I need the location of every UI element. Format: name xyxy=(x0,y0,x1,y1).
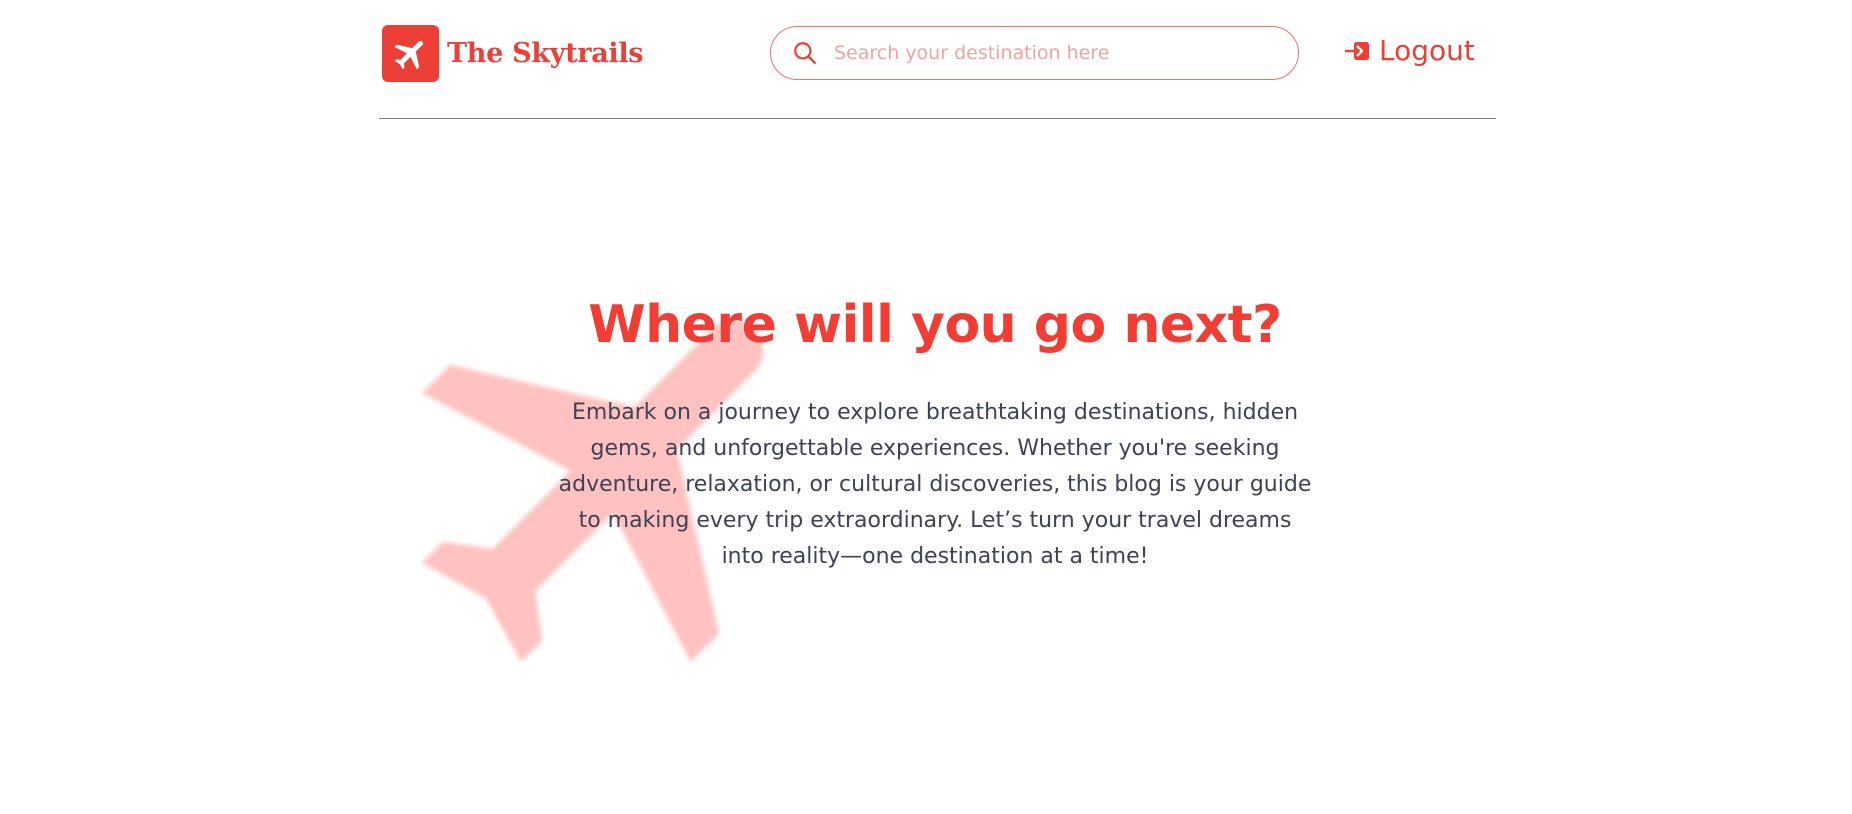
brand-name: The Skytrails xyxy=(447,38,644,69)
brand-logo[interactable]: The Skytrails xyxy=(382,25,644,82)
search-input[interactable] xyxy=(832,41,1276,65)
hero-description: Embark on a journey to explore breathtak… xyxy=(558,400,1312,569)
hero-section: Where will you go next? Embark on a jour… xyxy=(545,295,1325,575)
search-bar[interactable] xyxy=(770,26,1299,80)
logout-button[interactable]: Logout xyxy=(1345,34,1475,67)
site-header: The Skytrails Logout xyxy=(379,0,1496,119)
search-icon[interactable] xyxy=(792,40,818,66)
airplane-icon xyxy=(382,25,439,82)
logout-icon xyxy=(1345,40,1371,62)
hero-title: Where will you go next? xyxy=(588,295,1282,355)
logout-label: Logout xyxy=(1379,34,1475,67)
